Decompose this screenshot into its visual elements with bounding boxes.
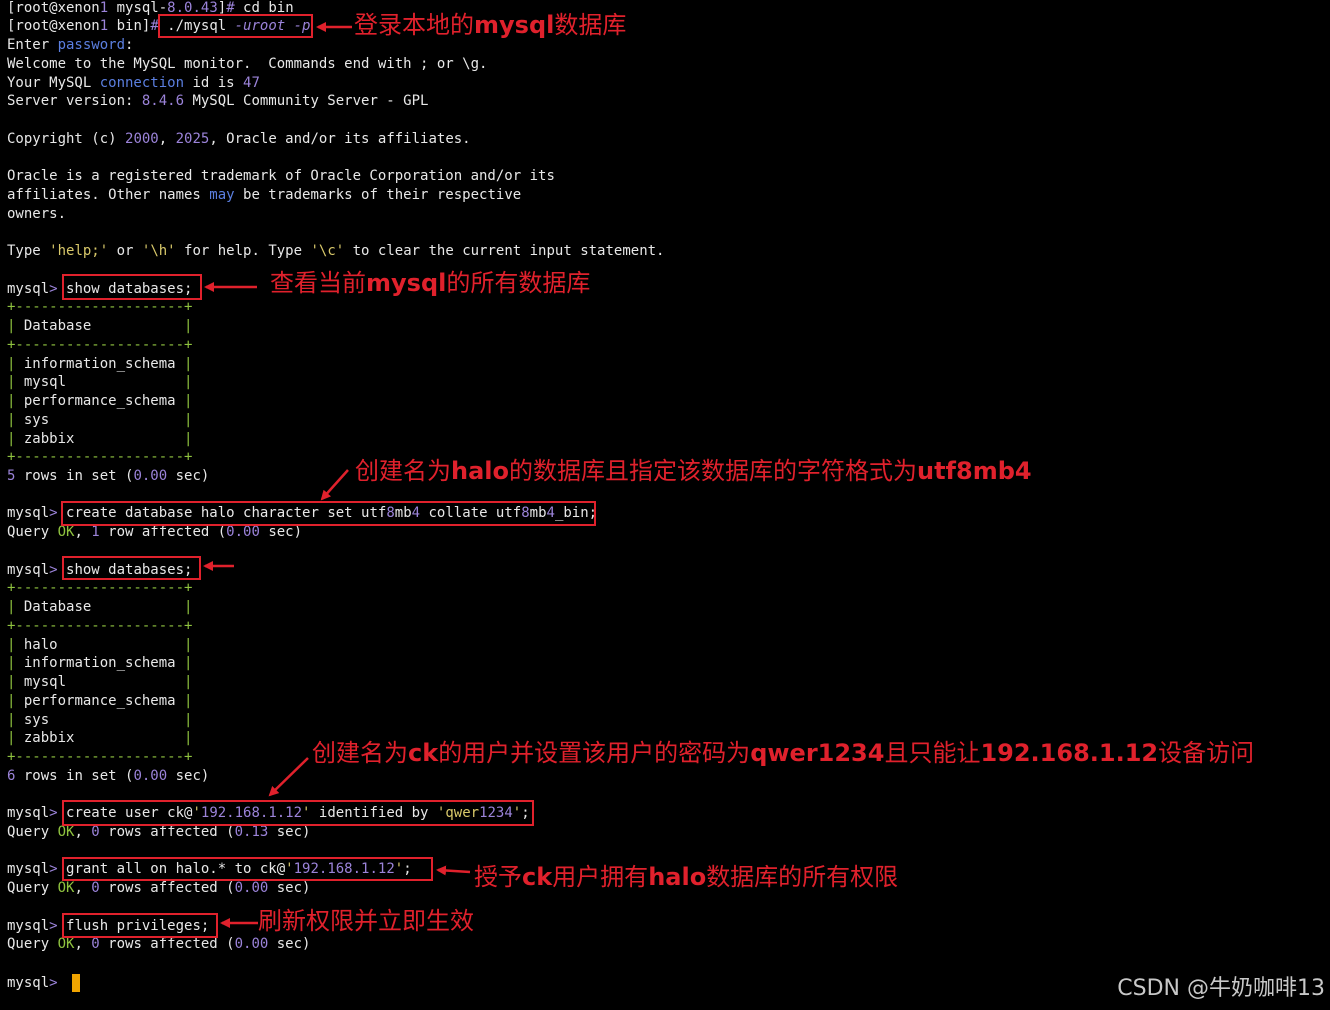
annotation-flush: 刷新权限并立即生效	[258, 907, 474, 935]
annotation-create-database: 创建名为halo的数据库且指定该数据库的字符格式为utf8mb4	[355, 457, 1032, 485]
watermark: CSDN @牛奶咖啡13	[1117, 976, 1325, 1001]
annotation-grant: 授予ck用户拥有halo数据库的所有权限	[474, 863, 899, 891]
annotation-login: 登录本地的mysql数据库	[354, 11, 627, 39]
annotation-arrows	[203, 22, 471, 928]
annotation-create-user: 创建名为ck的用户并设置该用户的密码为qwer1234且只能让192.168.1…	[312, 739, 1255, 767]
annotation-show-databases: 查看当前mysql的所有数据库	[270, 269, 591, 297]
